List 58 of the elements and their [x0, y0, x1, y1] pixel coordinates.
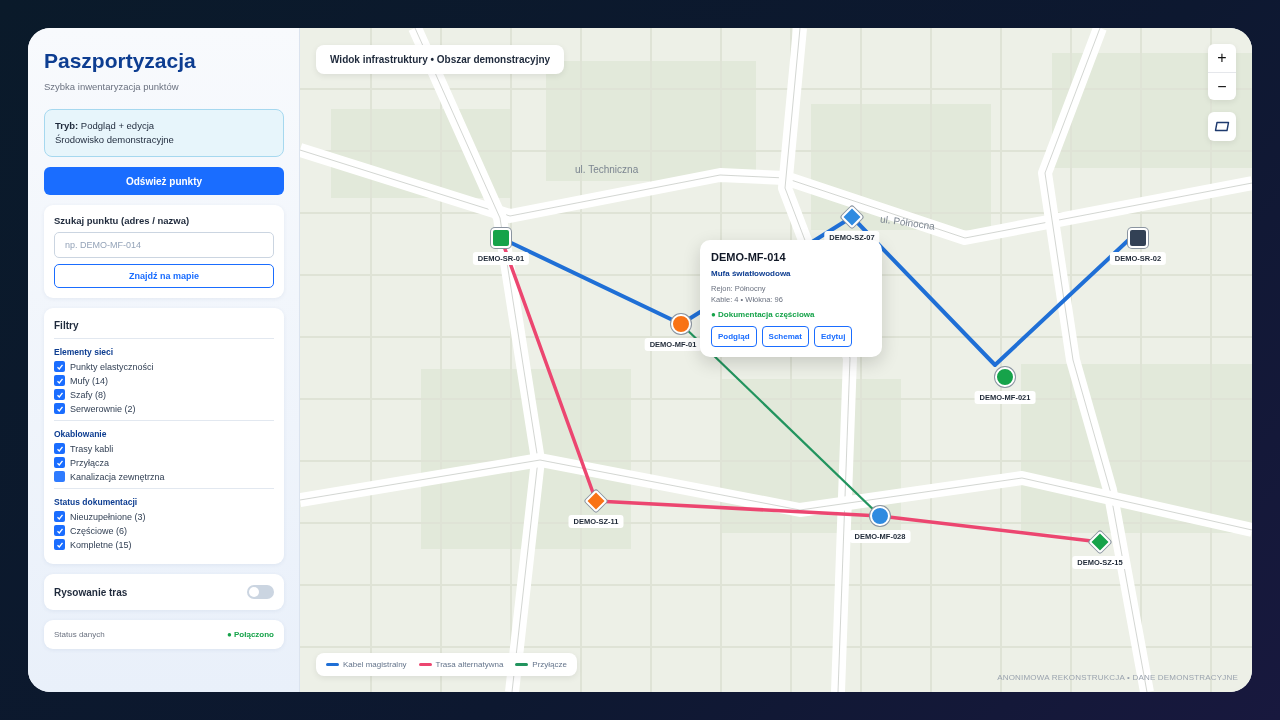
- map-marker[interactable]: [1128, 228, 1148, 248]
- checkbox[interactable]: [54, 361, 65, 372]
- filter-label: Serwerownie (2): [70, 403, 136, 414]
- zoom-out-button[interactable]: −: [1208, 72, 1236, 100]
- checkbox[interactable]: [54, 375, 65, 386]
- toggle-switch[interactable]: [247, 585, 274, 599]
- refresh-button[interactable]: Odśwież punkty: [44, 167, 284, 195]
- checkbox[interactable]: [54, 539, 65, 550]
- popup-button[interactable]: Podgląd: [711, 326, 757, 347]
- search-label: Szukaj punktu (adres / nazwa): [54, 215, 190, 226]
- filter-label: Szafy (8): [70, 389, 106, 400]
- checkbox[interactable]: [54, 457, 65, 468]
- filter-label: Trasy kabli: [70, 443, 114, 454]
- filter-group-title: Okablowanie: [54, 429, 107, 439]
- parallelogram-icon: [1214, 121, 1230, 132]
- filter-label: Kompletne (15): [70, 539, 132, 550]
- filter-group-title: Status dokumentacji: [54, 497, 138, 507]
- environment-text: Środowisko demonstracyjne: [55, 133, 174, 147]
- mode-text: Tryb: Podgląd + edycja: [55, 119, 155, 133]
- filter-label: Mufy (14): [70, 375, 108, 386]
- find-on-map-button[interactable]: Znajdź na mapie: [54, 264, 274, 288]
- app-title: Paszportyzacja: [44, 49, 197, 73]
- filter-group-title: Elementy sieci: [54, 347, 114, 357]
- toggle-label: Rysowanie tras: [54, 586, 128, 598]
- app-subtitle: Szybka inwentaryzacja punktów: [44, 81, 180, 92]
- checkbox[interactable]: [54, 525, 65, 536]
- legend-label: Przyłącze: [532, 660, 567, 669]
- filter-label: Punkty elastyczności: [70, 361, 154, 372]
- checkbox[interactable]: [54, 443, 65, 454]
- filters-title: Filtry: [54, 318, 274, 339]
- checkbox[interactable]: [54, 471, 65, 482]
- map-title-chip: Widok infrastruktury • Obszar demonstracyjny: [316, 45, 565, 74]
- search-field[interactable]: np. DEMO-MF-014: [54, 232, 274, 258]
- popup-button[interactable]: Edytuj: [813, 326, 853, 347]
- filter-label: Przyłącza: [70, 457, 109, 468]
- popup-subtitle: Mufa światłowodowa: [711, 269, 792, 278]
- map-attribution: ANONIMOWA REKONSTRUKCJA • DANE DEMONSTRACYJNE: [997, 673, 1238, 682]
- map-marker[interactable]: [491, 228, 511, 248]
- status-value: ● Połączono: [226, 630, 274, 639]
- filter-label: Nieuzupełnione (3): [70, 511, 146, 522]
- street-label: ul. Północna: [879, 213, 936, 232]
- map-marker[interactable]: [870, 506, 890, 526]
- checkbox[interactable]: [54, 389, 65, 400]
- checkbox[interactable]: [54, 403, 65, 414]
- checkbox[interactable]: [54, 511, 65, 522]
- legend-label: Trasa alternatywna: [435, 660, 504, 669]
- popup-title: DEMO-MF-014: [711, 251, 787, 263]
- street-label: ul. Techniczna: [575, 164, 639, 175]
- filter-label: Częściowe (6): [70, 525, 127, 536]
- filter-label: Kanalizacja zewnętrzna: [70, 471, 165, 482]
- layers-button[interactable]: [1208, 112, 1236, 141]
- map-marker[interactable]: [995, 367, 1015, 387]
- zoom-in-button[interactable]: +: [1208, 44, 1236, 72]
- popup-status: ● Dokumentacja częściowa: [711, 310, 816, 319]
- map-marker[interactable]: [671, 314, 691, 334]
- status-label: Status danych: [54, 630, 105, 639]
- legend-label: Kabel magistralny: [343, 660, 407, 669]
- popup-button[interactable]: Schemat: [761, 326, 809, 347]
